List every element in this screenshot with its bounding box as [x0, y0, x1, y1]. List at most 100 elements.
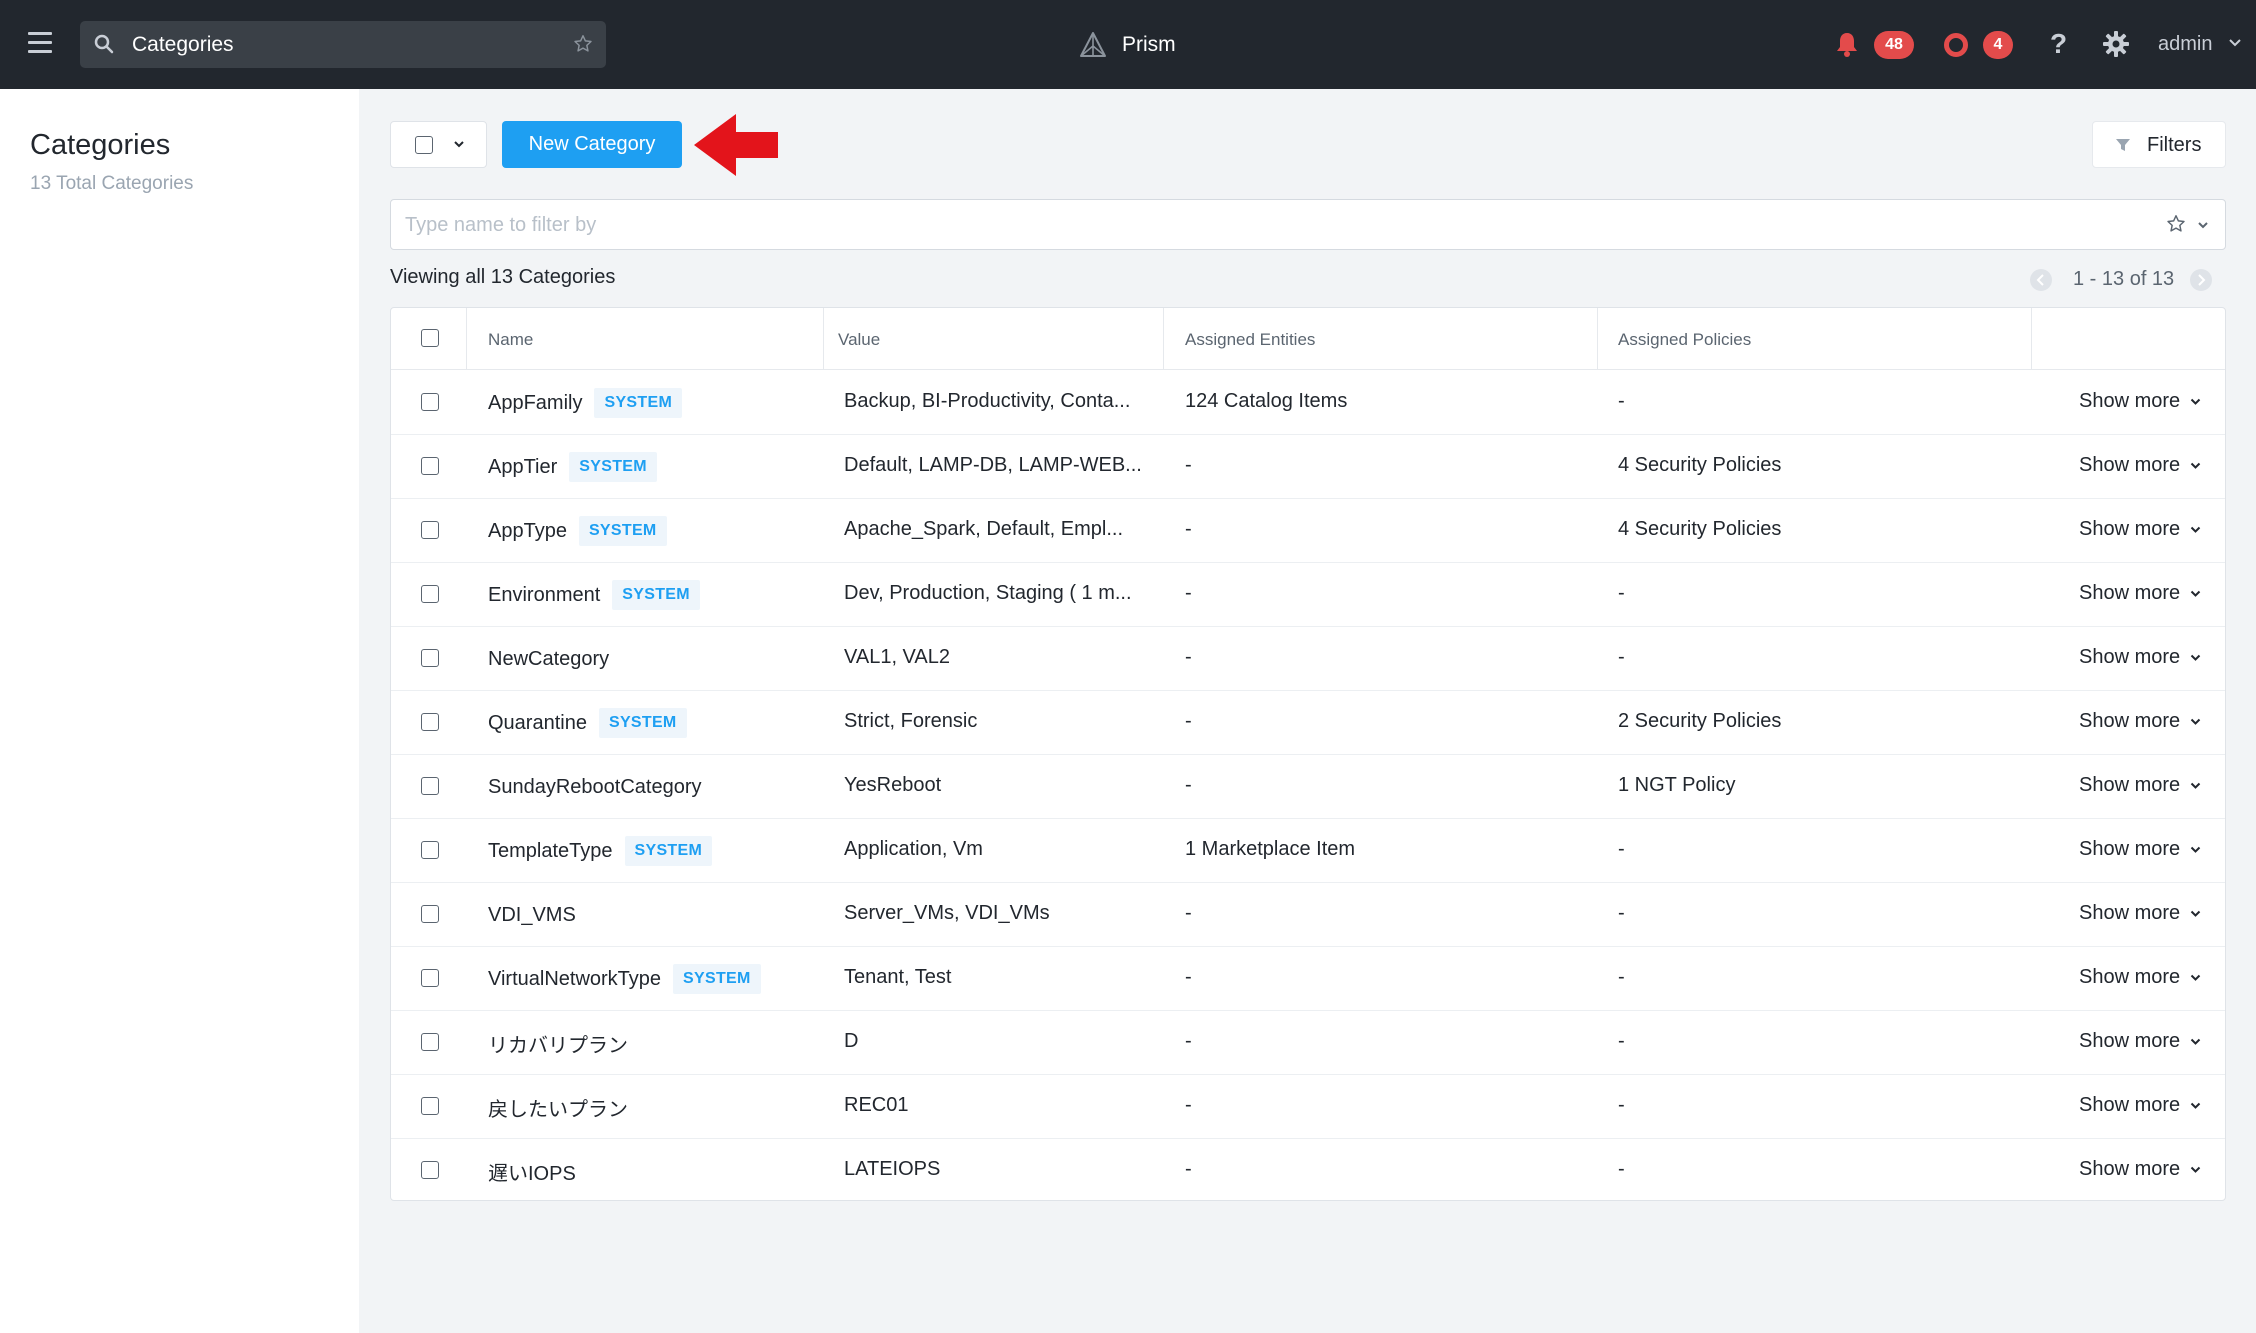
row-select-checkbox[interactable]: [421, 1161, 439, 1179]
global-search-bar[interactable]: Categories: [80, 21, 606, 68]
category-name[interactable]: AppTier: [488, 456, 557, 479]
column-header-assigned-policies[interactable]: Assigned Policies: [1618, 330, 1751, 350]
events-count-badge[interactable]: 4: [1983, 31, 2013, 59]
show-more-link[interactable]: Show more: [2079, 1030, 2201, 1053]
column-header-name[interactable]: Name: [488, 330, 533, 350]
category-name[interactable]: VDI_VMS: [488, 904, 576, 927]
show-more-label[interactable]: Show more: [2079, 1094, 2180, 1117]
chevron-down-icon[interactable]: [2190, 718, 2201, 726]
show-more-link[interactable]: Show more: [2079, 774, 2201, 797]
table-row[interactable]: Environment SYSTEM Dev, Production, Stagin…: [391, 563, 2225, 627]
category-name[interactable]: 遅いIOPS: [488, 1157, 576, 1186]
row-select-checkbox[interactable]: [421, 713, 439, 731]
show-more-link[interactable]: Show more: [2079, 390, 2201, 413]
chevron-down-icon[interactable]: [2197, 221, 2209, 230]
table-row[interactable]: AppFamily SYSTEM Backup, BI-Productivity, …: [391, 371, 2225, 435]
show-more-link[interactable]: Show more: [2079, 1094, 2201, 1117]
category-name[interactable]: TemplateType: [488, 840, 613, 863]
chevron-down-icon[interactable]: [2190, 462, 2201, 470]
new-category-button[interactable]: New Category: [502, 121, 682, 168]
row-select-checkbox[interactable]: [421, 393, 439, 411]
row-select-checkbox[interactable]: [421, 521, 439, 539]
show-more-link[interactable]: Show more: [2079, 838, 2201, 861]
chevron-down-icon[interactable]: [2190, 654, 2201, 662]
favorite-star-icon[interactable]: [2165, 213, 2187, 235]
chevron-down-icon[interactable]: [2190, 910, 2201, 918]
table-row[interactable]: SundayRebootCategory YesReboot - 1 NGT Poli…: [391, 755, 2225, 819]
show-more-label[interactable]: Show more: [2079, 838, 2180, 861]
table-row[interactable]: AppTier SYSTEM Default, LAMP-DB, LAMP-WEB.…: [391, 435, 2225, 499]
table-row[interactable]: 戻したいプラン REC01 - - Show more: [391, 1075, 2225, 1139]
chevron-down-icon[interactable]: [2190, 1102, 2201, 1110]
row-select-checkbox[interactable]: [421, 649, 439, 667]
row-select-checkbox[interactable]: [421, 969, 439, 987]
show-more-link[interactable]: Show more: [2079, 902, 2201, 925]
chevron-down-icon[interactable]: [2190, 782, 2201, 790]
global-search-value[interactable]: Categories: [132, 33, 234, 57]
table-row[interactable]: 遅いIOPS LATEIOPS - - Show more: [391, 1139, 2225, 1203]
show-more-link[interactable]: Show more: [2079, 454, 2201, 477]
header-select-checkbox[interactable]: [421, 329, 439, 347]
table-row[interactable]: AppType SYSTEM Apache_Spark, Default, Empl…: [391, 499, 2225, 563]
show-more-link[interactable]: Show more: [2079, 1158, 2201, 1181]
table-row[interactable]: VDI_VMS Server_VMs, VDI_VMs - - Show more: [391, 883, 2225, 947]
row-select-checkbox[interactable]: [421, 1097, 439, 1115]
alerts-bell-icon[interactable]: [1834, 30, 1860, 58]
row-select-checkbox[interactable]: [421, 777, 439, 795]
chevron-down-icon[interactable]: [2228, 38, 2242, 48]
name-filter-input[interactable]: [405, 210, 2105, 240]
show-more-label[interactable]: Show more: [2079, 390, 2180, 413]
favorite-star-icon[interactable]: [572, 33, 594, 55]
hamburger-menu-icon[interactable]: [28, 32, 52, 54]
show-more-label[interactable]: Show more: [2079, 966, 2180, 989]
chevron-down-icon[interactable]: [2190, 1166, 2201, 1174]
table-row[interactable]: Quarantine SYSTEM Strict, Forensic - 2 Secur…: [391, 691, 2225, 755]
category-name[interactable]: Environment: [488, 584, 600, 607]
table-row[interactable]: TemplateType SYSTEM Application, Vm 1 Marke…: [391, 819, 2225, 883]
category-name[interactable]: AppType: [488, 520, 567, 543]
show-more-label[interactable]: Show more: [2079, 1158, 2180, 1181]
select-all-checkbox[interactable]: [415, 136, 433, 154]
category-name[interactable]: Quarantine: [488, 712, 587, 735]
show-more-link[interactable]: Show more: [2079, 518, 2201, 541]
show-more-label[interactable]: Show more: [2079, 710, 2180, 733]
show-more-label[interactable]: Show more: [2079, 774, 2180, 797]
category-name[interactable]: SundayRebootCategory: [488, 776, 701, 799]
category-name[interactable]: AppFamily: [488, 392, 582, 415]
category-name[interactable]: VirtualNetworkType: [488, 968, 661, 991]
show-more-label[interactable]: Show more: [2079, 454, 2180, 477]
chevron-down-icon[interactable]: [2190, 1038, 2201, 1046]
row-select-checkbox[interactable]: [421, 1033, 439, 1051]
chevron-down-icon[interactable]: [2190, 974, 2201, 982]
show-more-label[interactable]: Show more: [2079, 1030, 2180, 1053]
chevron-down-icon[interactable]: [2190, 398, 2201, 406]
table-row[interactable]: リカバリプラン D - - Show more: [391, 1011, 2225, 1075]
show-more-link[interactable]: Show more: [2079, 582, 2201, 605]
row-select-checkbox[interactable]: [421, 905, 439, 923]
events-ring-icon[interactable]: [1944, 33, 1968, 57]
row-select-checkbox[interactable]: [421, 841, 439, 859]
column-header-assigned-entities[interactable]: Assigned Entities: [1185, 330, 1315, 350]
chevron-down-icon[interactable]: [2190, 590, 2201, 598]
show-more-link[interactable]: Show more: [2079, 646, 2201, 669]
previous-page-button[interactable]: [2030, 269, 2052, 291]
show-more-label[interactable]: Show more: [2079, 646, 2180, 669]
column-header-value[interactable]: Value: [838, 330, 880, 350]
table-row[interactable]: NewCategory VAL1, VAL2 - - Show more: [391, 627, 2225, 691]
row-select-checkbox[interactable]: [421, 457, 439, 475]
show-more-label[interactable]: Show more: [2079, 902, 2180, 925]
alerts-count-badge[interactable]: 48: [1874, 31, 1914, 59]
help-icon[interactable]: ?: [2050, 28, 2067, 60]
category-name[interactable]: 戻したいプラン: [488, 1093, 628, 1122]
chevron-down-icon[interactable]: [2190, 846, 2201, 854]
show-more-link[interactable]: Show more: [2079, 710, 2201, 733]
row-select-checkbox[interactable]: [421, 585, 439, 603]
category-name[interactable]: リカバリプラン: [488, 1029, 628, 1058]
filters-button[interactable]: Filters: [2092, 121, 2226, 168]
chevron-down-icon[interactable]: [453, 140, 465, 149]
show-more-label[interactable]: Show more: [2079, 518, 2180, 541]
bulk-select-dropdown[interactable]: [390, 121, 487, 168]
show-more-link[interactable]: Show more: [2079, 966, 2201, 989]
category-name[interactable]: NewCategory: [488, 648, 609, 671]
table-row[interactable]: VirtualNetworkType SYSTEM Tenant, Test - - Sh…: [391, 947, 2225, 1011]
